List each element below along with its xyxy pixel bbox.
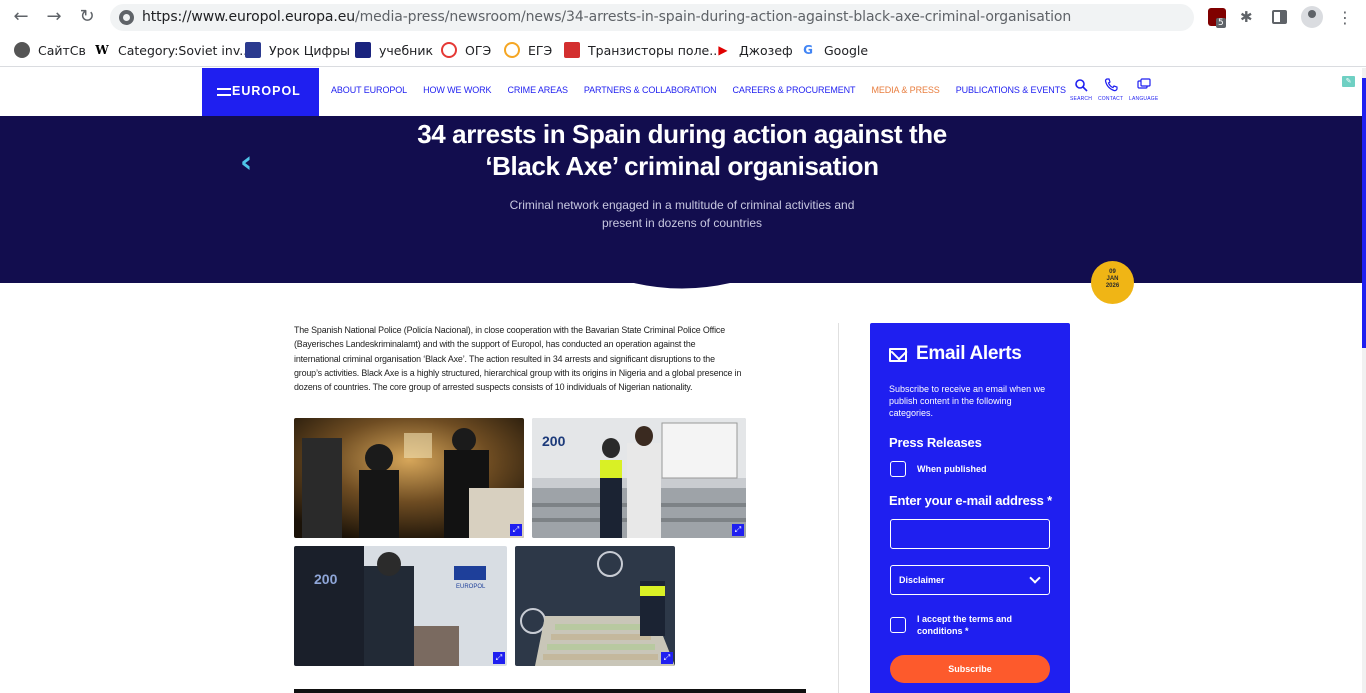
urok-cifry-icon	[245, 42, 261, 58]
back-chevron-icon[interactable]: ‹	[240, 148, 260, 178]
language-icon	[1137, 78, 1151, 89]
side-panel-icon[interactable]	[1272, 10, 1287, 24]
bookmark-item[interactable]: Урок Цифры	[245, 41, 350, 59]
bookmarks-bar: СайтСв W Category:Soviet inv... Урок Цифр…	[0, 34, 1366, 67]
disclaimer-dropdown[interactable]: Disclaimer	[890, 565, 1050, 595]
language-button[interactable]: LANGUAGE	[1129, 78, 1158, 102]
bookmark-item[interactable]: ОГЭ	[441, 41, 491, 59]
nav-about-europol[interactable]: ABOUT EUROPOL	[331, 85, 407, 95]
page-subtitle: Criminal network engaged in a multitude …	[509, 198, 855, 230]
site-header: EUROPOL ABOUT EUROPOL HOW WE WORK CRIME …	[0, 68, 1366, 116]
expand-icon[interactable]: ⤢	[661, 652, 673, 664]
gallery-photo[interactable]: ⤢	[515, 546, 675, 666]
email-field[interactable]	[890, 519, 1050, 549]
video-embed[interactable]	[294, 689, 806, 693]
wikipedia-icon: W	[95, 43, 109, 57]
bookmark-item[interactable]: учебник	[355, 41, 433, 59]
bookmark-item[interactable]: G Google	[800, 41, 868, 59]
nav-careers-procurement[interactable]: CAREERS & PROCUREMENT	[733, 85, 856, 95]
chevron-down-icon	[1029, 572, 1041, 584]
ege-icon	[504, 42, 520, 58]
photo-officers-interior: EUROPOL 200	[294, 546, 507, 666]
phone-icon	[1104, 78, 1118, 92]
hero-banner: ‹ 34 arrests in Spain during action agai…	[0, 116, 1362, 292]
scrollbar-thumb[interactable]	[1362, 78, 1366, 348]
search-button[interactable]: SEARCH	[1070, 78, 1092, 102]
site-info-icon[interactable]	[119, 10, 134, 25]
main-navigation: ABOUT EUROPOL HOW WE WORK CRIME AREAS PA…	[331, 85, 1082, 95]
email-alerts-description: Subscribe to receive an email when we pu…	[889, 384, 1046, 418]
photo-raid-stairwell	[294, 418, 524, 538]
book-icon	[355, 42, 371, 58]
photo-seized-cash	[515, 546, 675, 666]
article-intro: The Spanish National Police (Policía Nac…	[294, 325, 742, 393]
contact-button[interactable]: CONTACT	[1098, 78, 1123, 102]
expand-icon[interactable]: ⤢	[732, 524, 744, 536]
play-icon: ▶	[718, 43, 728, 57]
page-scrollbar[interactable]	[1362, 68, 1366, 693]
gallery-photo[interactable]: 200 ⤢	[532, 418, 746, 538]
reload-icon[interactable]: ↻	[77, 7, 97, 27]
expand-icon[interactable]: ⤢	[510, 524, 522, 536]
back-arrow-icon[interactable]: ←	[11, 7, 31, 27]
browser-toolbar: ← → ↻ https://www.europol.europa.eu/medi…	[0, 0, 1366, 34]
europol-logo[interactable]: EUROPOL	[202, 68, 319, 116]
date-badge: 09 JAN 2026	[1091, 261, 1134, 304]
raccoon-icon	[14, 42, 30, 58]
when-published-label: When published	[917, 464, 987, 474]
page-title: 34 arrests in Spain during action agains…	[417, 119, 947, 181]
profile-avatar-icon[interactable]	[1301, 6, 1323, 28]
nav-media-press[interactable]: MEDIA & PRESS	[871, 85, 939, 95]
transistor-icon	[564, 42, 580, 58]
bookmark-item[interactable]: W Category:Soviet inv...	[94, 41, 251, 59]
nav-publications-events[interactable]: PUBLICATIONS & EVENTS	[956, 85, 1066, 95]
terms-checkbox[interactable]	[890, 617, 906, 633]
oge-icon	[441, 42, 457, 58]
bookmark-item[interactable]: ЕГЭ	[504, 41, 552, 59]
expand-icon[interactable]: ⤢	[493, 652, 505, 664]
address-bar[interactable]: https://www.europol.europa.eu/media-pres…	[110, 4, 1194, 31]
search-icon	[1075, 79, 1088, 92]
extensions-puzzle-icon[interactable]: ✱	[1240, 8, 1258, 26]
email-alerts-panel: Email Alerts Subscribe to receive an ema…	[870, 323, 1070, 693]
logo-mark-icon	[217, 88, 231, 96]
gallery-photo[interactable]: EUROPOL 200 ⤢	[294, 546, 507, 666]
email-label: Enter your e-mail address *	[889, 493, 1052, 508]
press-releases-heading: Press Releases	[889, 435, 982, 450]
email-alerts-title: Email Alerts	[916, 343, 1022, 364]
kebab-menu-icon[interactable]: ⋮	[1336, 8, 1354, 27]
column-divider	[838, 323, 839, 693]
google-icon: G	[803, 43, 813, 57]
terms-label: I accept the terms and conditions *	[917, 614, 1013, 636]
svg-text:200: 200	[314, 571, 338, 587]
svg-text:EUROPOL: EUROPOL	[456, 584, 486, 590]
nav-how-we-work[interactable]: HOW WE WORK	[423, 85, 492, 95]
subscribe-button[interactable]: Subscribe	[890, 655, 1050, 683]
gallery-photo[interactable]: ⤢	[294, 418, 524, 538]
svg-text:200: 200	[542, 433, 566, 449]
photo-arrest-building: 200	[532, 418, 746, 538]
bookmark-item[interactable]: Транзисторы поле...	[564, 41, 721, 59]
accessibility-icon[interactable]: ✎	[1342, 76, 1355, 87]
bookmark-item[interactable]: СайтСв	[14, 41, 86, 59]
extension-badge: 5	[1216, 18, 1226, 28]
bookmark-item[interactable]: ▶ Джозеф	[715, 41, 792, 59]
when-published-checkbox[interactable]	[890, 461, 906, 477]
url-text[interactable]: https://www.europol.europa.eu/media-pres…	[142, 9, 1071, 25]
nav-partners-collaboration[interactable]: PARTNERS & COLLABORATION	[584, 85, 717, 95]
mail-icon	[889, 348, 907, 362]
nav-crime-areas[interactable]: CRIME AREAS	[507, 85, 568, 95]
forward-arrow-icon[interactable]: →	[44, 7, 64, 27]
